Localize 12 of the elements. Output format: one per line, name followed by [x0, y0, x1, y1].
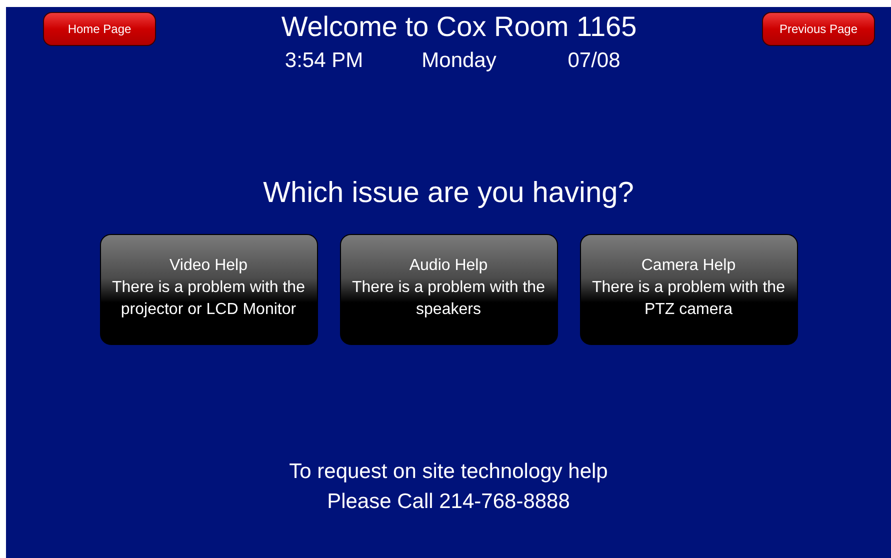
- time-text: 3:54 PM: [284, 49, 364, 73]
- previous-page-button[interactable]: Previous Page: [762, 12, 875, 46]
- window-title: Welcome to Cox Room 1165: [281, 11, 637, 43]
- issue-button[interactable]: Audio Help There is a problem with the speakers: [340, 234, 558, 345]
- date-text: 07/08: [566, 49, 622, 73]
- issue-button[interactable]: Video Help There is a problem with the projector or LCD Monitor: [100, 234, 318, 345]
- phone-number-text: Please Call 214-768-8888: [327, 489, 570, 515]
- home-page-button[interactable]: Home Page: [43, 12, 156, 46]
- help-request-text: To request on site technology help: [289, 459, 608, 485]
- day-text: Monday: [420, 49, 498, 73]
- question-text: Which issue are you having?: [263, 177, 634, 210]
- issue-button[interactable]: Camera Help There is a problem with the PTZ camera: [580, 234, 798, 345]
